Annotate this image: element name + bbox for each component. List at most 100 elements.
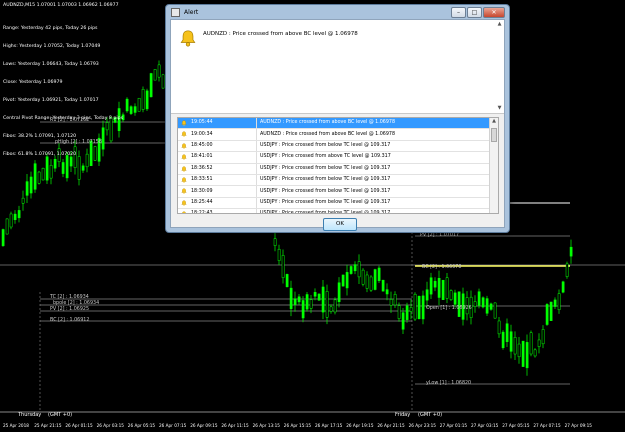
info-line: Pivot: Yesterday 1.06921, Today 1.07017 bbox=[3, 98, 99, 103]
candle bbox=[353, 261, 357, 275]
candle bbox=[561, 280, 565, 294]
minimize-button[interactable]: – bbox=[451, 7, 466, 18]
candle bbox=[357, 254, 361, 285]
candle bbox=[33, 160, 37, 193]
alert-message: AUDNZD : Price crossed from above BC lev… bbox=[260, 131, 395, 137]
message-area: AUDNZD : Price crossed from above BC lev… bbox=[171, 20, 504, 114]
candle bbox=[529, 330, 533, 357]
candle bbox=[5, 218, 9, 235]
alert-message: AUDNZD : Price crossed from above BC lev… bbox=[260, 120, 395, 126]
candle bbox=[161, 73, 165, 90]
candle bbox=[453, 289, 457, 308]
candle bbox=[565, 261, 569, 279]
alert-time: 18:36:52 bbox=[191, 165, 213, 171]
candle bbox=[505, 318, 509, 347]
time-tick-label: 26 Apr 19:15 bbox=[346, 423, 374, 428]
candle bbox=[313, 288, 317, 301]
candle bbox=[381, 279, 385, 292]
time-tick-label: 27 Apr 01:15 bbox=[439, 423, 468, 428]
candle bbox=[501, 330, 505, 350]
time-tick-label: 26 Apr 11:15 bbox=[221, 423, 249, 428]
candle bbox=[493, 302, 497, 319]
pv-level-label: PV [2] : 1.06925 bbox=[50, 307, 89, 312]
alert-message: USDJPY : Price crossed from below TC lev… bbox=[260, 211, 391, 214]
candle bbox=[545, 303, 549, 326]
info-line: Range: Yesterday 42 pips, Today 26 pips bbox=[3, 26, 98, 31]
candle bbox=[429, 272, 433, 300]
candle bbox=[497, 316, 501, 338]
time-tick-label: 26 Apr 07:15 bbox=[159, 423, 187, 428]
candle bbox=[421, 290, 425, 325]
alert-row[interactable]: 18:36:52 USDJPY : Price crossed from belo… bbox=[178, 163, 498, 175]
scroll-thumb[interactable] bbox=[491, 128, 497, 142]
alert-time: 18:45:00 bbox=[191, 142, 213, 148]
candle bbox=[329, 304, 333, 314]
friday-gmt-label: (GMT +0) bbox=[418, 412, 443, 418]
phigh-level-label: pHigh [2] : 1.07158 bbox=[55, 140, 102, 145]
dialog-body: AUDNZD : Price crossed from above BC lev… bbox=[170, 19, 505, 231]
candle bbox=[445, 273, 449, 304]
candle bbox=[273, 233, 277, 252]
time-tick-label: 26 Apr 13:15 bbox=[252, 423, 280, 428]
time-tick-label: 27 Apr 03:15 bbox=[471, 423, 499, 428]
info-line: Close: Yesterday 1.06979 bbox=[3, 80, 63, 85]
r1-level-label: R1 [2] : 1.07162 bbox=[50, 118, 90, 123]
time-tick-label: 27 Apr 05:15 bbox=[502, 423, 530, 428]
time-tick-label: 26 Apr 21:15 bbox=[377, 423, 405, 428]
pv-right-level-label: PV [2] : 1.07017 bbox=[420, 233, 459, 238]
alert-time: 18:25:44 bbox=[191, 199, 213, 205]
time-tick-label: 26 Apr 09:15 bbox=[190, 423, 218, 428]
alert-time: 19:05:44 bbox=[191, 120, 213, 126]
candle bbox=[377, 265, 381, 284]
candle bbox=[509, 324, 513, 359]
candle bbox=[125, 97, 129, 113]
list-scrollbar[interactable]: ▲ bbox=[489, 118, 498, 213]
info-line: Lows: Yesterday 1.06643, Today 1.06793 bbox=[3, 62, 99, 67]
candle bbox=[385, 283, 389, 301]
candle bbox=[149, 72, 153, 98]
candle bbox=[25, 173, 29, 204]
candle bbox=[481, 296, 485, 309]
candle bbox=[17, 205, 21, 223]
scroll-down-icon[interactable]: ▼ bbox=[496, 105, 503, 112]
alert-row[interactable]: 18:30:09 USDJPY : Price crossed from belo… bbox=[178, 186, 498, 198]
alert-row[interactable]: 19:05:44 AUDNZD : Price crossed from abov… bbox=[178, 118, 498, 130]
bell-icon bbox=[181, 143, 187, 149]
alert-dialog[interactable]: Alert – □ ✕ AUDNZD : Price crossed from … bbox=[165, 4, 510, 233]
candle bbox=[417, 295, 421, 320]
candle bbox=[321, 279, 325, 320]
time-tick-label: 27 Apr 09:15 bbox=[564, 423, 592, 428]
chart-symbol-title: AUDNZD,M15 1.07001 1.07003 1.06962 1.069… bbox=[3, 3, 119, 8]
app-icon bbox=[171, 7, 180, 17]
ok-button[interactable]: OK bbox=[323, 218, 357, 231]
alert-message: USDJPY : Price crossed from below TC lev… bbox=[260, 188, 391, 194]
candle bbox=[129, 105, 133, 115]
candle bbox=[341, 274, 345, 287]
close-button[interactable]: ✕ bbox=[483, 7, 505, 18]
candle bbox=[449, 289, 453, 302]
alert-message: USDJPY : Price crossed from below TC lev… bbox=[260, 199, 391, 205]
candle bbox=[541, 325, 545, 349]
alert-history-list[interactable]: 19:05:44 AUDNZD : Price crossed from abov… bbox=[177, 117, 499, 214]
alert-row[interactable]: 18:25:44 USDJPY : Price crossed from belo… bbox=[178, 197, 498, 210]
alert-row[interactable]: 18:22:43 USDJPY : Price crossed from belo… bbox=[178, 209, 498, 214]
alert-row[interactable]: 19:00:34 AUDNZD : Price crossed from abov… bbox=[178, 129, 498, 141]
dialog-title: Alert bbox=[184, 8, 199, 16]
alert-row[interactable]: 18:33:51 USDJPY : Price crossed from belo… bbox=[178, 174, 498, 187]
alert-row[interactable]: 18:41:01 USDJPY : Price crossed from abov… bbox=[178, 152, 498, 164]
candle bbox=[457, 291, 461, 317]
scroll-up-icon[interactable]: ▲ bbox=[490, 118, 498, 125]
scroll-up-icon[interactable]: ▲ bbox=[496, 21, 503, 28]
candle bbox=[437, 270, 441, 306]
candle bbox=[337, 277, 341, 308]
message-scrollbar[interactable]: ▲ ▼ bbox=[496, 21, 503, 112]
candle bbox=[29, 171, 33, 199]
candle bbox=[293, 291, 297, 312]
candle bbox=[397, 302, 401, 322]
time-tick-label: 26 Apr 03:15 bbox=[96, 423, 124, 428]
bpole-level-label: bpole [2] : 1.06934 bbox=[53, 301, 100, 306]
candle bbox=[41, 167, 45, 181]
candle bbox=[345, 264, 349, 296]
maximize-button[interactable]: □ bbox=[467, 7, 482, 18]
alert-row[interactable]: 18:45:00 USDJPY : Price crossed from belo… bbox=[178, 140, 498, 153]
